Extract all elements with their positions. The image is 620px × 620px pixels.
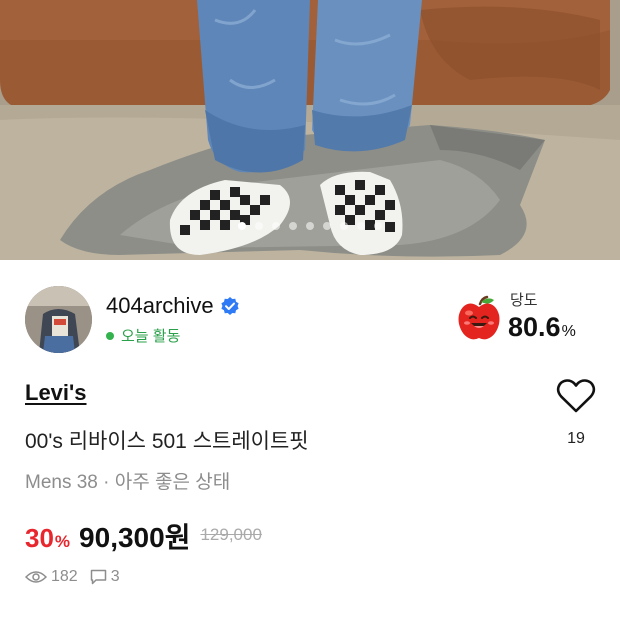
comment-count: 3 (110, 568, 120, 585)
pagination-dot[interactable] (323, 222, 331, 230)
discount-rate: 30 (25, 523, 54, 553)
pagination-dot[interactable] (255, 222, 263, 230)
online-dot-icon (106, 331, 114, 340)
sale-price: 90,300원 (79, 522, 191, 553)
like-count: 19 (567, 430, 585, 447)
eye-icon (25, 571, 47, 583)
product-photo[interactable] (0, 0, 620, 260)
pagination-dot[interactable] (289, 222, 297, 230)
post-stats: 182 3 (25, 568, 132, 586)
pagination-dot[interactable] (306, 222, 314, 230)
sweetness-unit: % (561, 323, 576, 340)
heart-icon[interactable] (556, 378, 596, 414)
brand-link[interactable]: Levi's (25, 380, 87, 406)
pagination-dot[interactable] (340, 222, 348, 230)
price-row: 30 % 90,300원 129,000 (25, 516, 262, 556)
activity-status-text: 오늘 활동 (121, 328, 181, 345)
view-count: 182 (51, 568, 78, 585)
comment-icon (90, 569, 106, 585)
pagination-dot[interactable] (374, 222, 382, 230)
seller-activity-status: 오늘 활동 (106, 325, 180, 346)
product-photo-illustration (0, 0, 620, 260)
avatar-image (25, 286, 92, 353)
pagination-dot[interactable] (238, 222, 246, 230)
apple-icon (458, 295, 500, 340)
image-pagination[interactable] (0, 222, 620, 230)
sweetness-label: 당도 (510, 292, 538, 309)
pagination-dot[interactable] (272, 222, 280, 230)
seller-avatar[interactable] (25, 286, 92, 353)
sweetness-number: 80.6 (508, 312, 561, 342)
product-title: 00's 리바이스 501 스트레이트핏 (25, 430, 309, 453)
verified-badge-icon (221, 297, 239, 315)
original-price: 129,000 (200, 525, 262, 544)
sweetness-value: 80.6% (508, 312, 576, 343)
seller-name-text[interactable]: 404archive (106, 293, 214, 319)
discount-unit: % (54, 532, 71, 551)
pagination-dot[interactable] (357, 222, 365, 230)
seller-name[interactable]: 404archive (106, 293, 240, 319)
product-meta: Mens 38 · 아주 좋은 상태 (25, 472, 231, 493)
